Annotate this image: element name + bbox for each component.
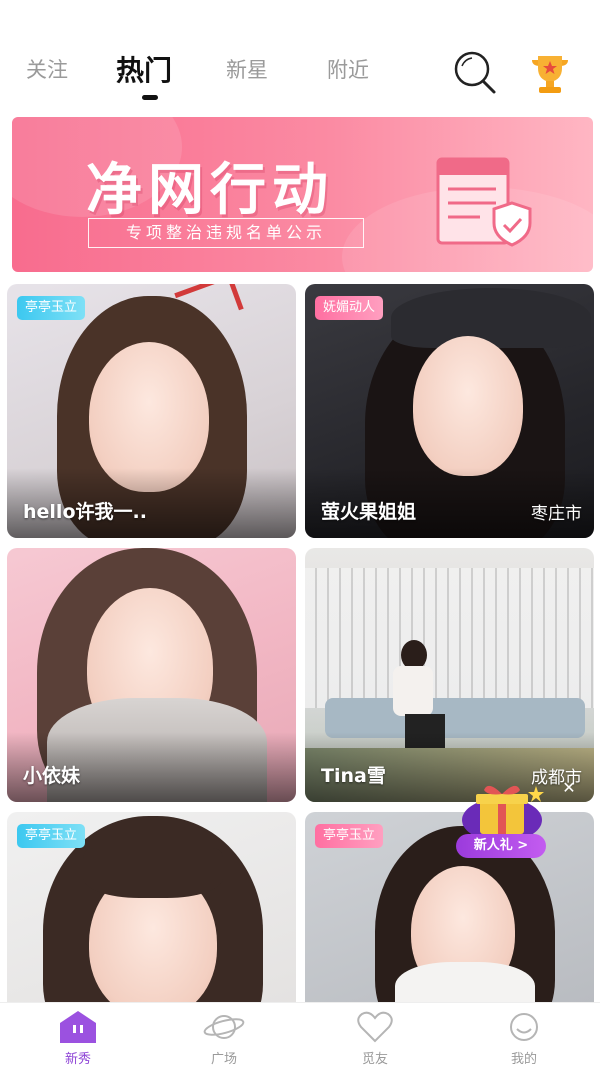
user-card[interactable]: 亭亭玉立 [305, 812, 594, 1002]
nav-item-find-friends[interactable]: 觅友 [325, 1003, 425, 1067]
gift-box-icon [462, 785, 544, 842]
nav-item-me[interactable]: 我的 [474, 1003, 574, 1067]
user-tag-badge: 亭亭玉立 [315, 824, 384, 848]
tab-follow[interactable]: 关注 [26, 54, 68, 84]
user-card[interactable]: 妩媚动人 萤火果姐姐 枣庄市 [305, 284, 594, 538]
promo-banner[interactable]: 净网行动 专项整治违规名单公示 [12, 117, 593, 272]
bottom-navigation: 新秀 广场 觅友 我的 [0, 1002, 600, 1067]
user-card[interactable]: Tina雪 成都市 [305, 548, 594, 802]
nav-label: 广场 [210, 1052, 237, 1067]
document-shield-icon [436, 157, 532, 247]
planet-icon [203, 1015, 245, 1039]
home-icon [60, 1011, 96, 1043]
heart-icon [357, 1011, 393, 1043]
tab-hot[interactable]: 热门 [116, 49, 172, 89]
user-card[interactable]: 小依妹 [7, 548, 296, 802]
banner-subtitle: 专项整治违规名单公示 [88, 218, 364, 248]
top-tab-bar: 关注 热门 新星 附近 [0, 40, 600, 104]
nav-label: 我的 [510, 1052, 537, 1067]
leaderboard-button[interactable] [526, 50, 574, 96]
user-name: 小依妹 [23, 765, 81, 787]
nav-item-new-talent[interactable]: 新秀 [28, 1003, 128, 1067]
user-card[interactable]: 亭亭玉立 [7, 812, 296, 1002]
user-tag-badge: 亭亭玉立 [17, 824, 86, 848]
banner-title: 净网行动 [86, 158, 334, 223]
user-tag-badge: 亭亭玉立 [17, 296, 86, 320]
close-icon[interactable]: ✕ [560, 779, 578, 797]
profile-icon [510, 1013, 538, 1041]
nav-item-square[interactable]: 广场 [174, 1003, 274, 1067]
tab-indicator [142, 95, 158, 100]
user-city: 枣庄市 [531, 504, 582, 524]
nav-label: 新秀 [64, 1052, 91, 1067]
user-name: Tina雪 [321, 765, 386, 787]
user-name: 萤火果姐姐 [321, 501, 417, 523]
tab-new-star[interactable]: 新星 [226, 54, 268, 84]
user-name: hello许我一.. [23, 501, 147, 523]
tab-nearby[interactable]: 附近 [327, 54, 369, 84]
search-icon [454, 51, 496, 94]
nav-label: 觅友 [361, 1052, 388, 1067]
trophy-icon [532, 56, 568, 93]
gift-label: 新人礼 > [456, 834, 546, 858]
user-tag-badge: 妩媚动人 [315, 296, 384, 320]
user-card[interactable]: 亭亭玉立 hello许我一.. [7, 284, 296, 538]
newcomer-gift-button[interactable]: 新人礼 > [456, 780, 548, 858]
search-button[interactable] [450, 48, 500, 96]
